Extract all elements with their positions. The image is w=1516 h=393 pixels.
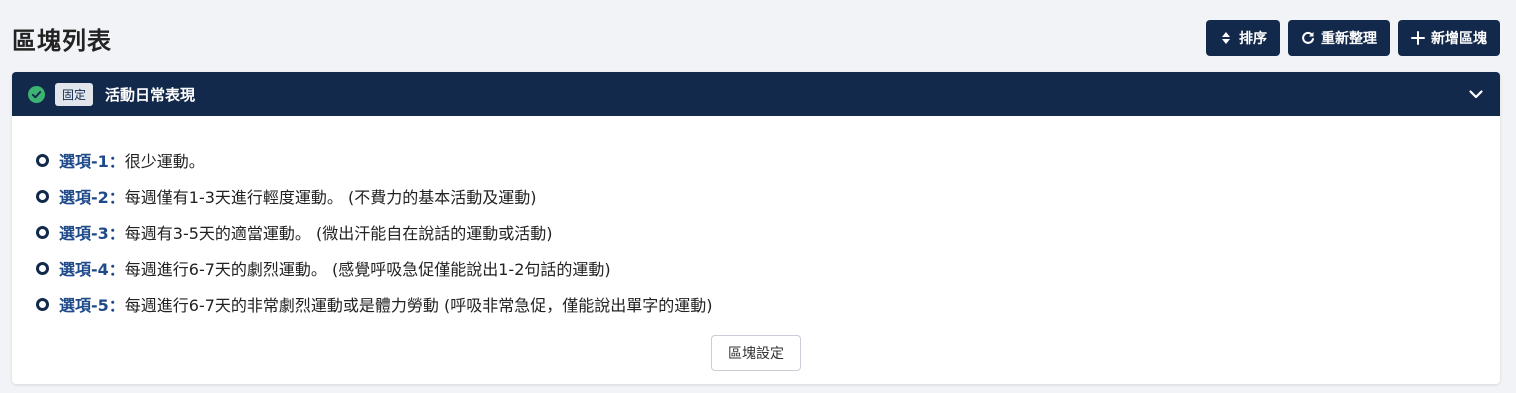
option-text: 每週進行6-7天的劇烈運動。 (感覺呼吸急促僅能說出1-2句話的運動) bbox=[124, 260, 611, 279]
option-list: 選項-1： 很少運動。 選項-2： 每週僅有1-3天進行輕度運動。 (不費力的基… bbox=[12, 116, 1500, 322]
check-circle-icon bbox=[28, 85, 45, 103]
option-text: 每週僅有1-3天進行輕度運動。 (不費力的基本活動及運動) bbox=[124, 188, 537, 207]
option-label: 選項-4： bbox=[59, 260, 125, 279]
radio-bullet-icon bbox=[36, 297, 49, 311]
add-block-button[interactable]: 新增區塊 bbox=[1398, 20, 1500, 56]
block-settings-button[interactable]: 區塊設定 bbox=[711, 335, 801, 371]
fixed-badge: 固定 bbox=[55, 82, 94, 106]
block-card: 固定 活動日常表現 選項-1： 很少運動。 選項-2： 每週僅有1-3天進行輕度… bbox=[12, 72, 1500, 384]
sort-button[interactable]: 排序 bbox=[1206, 20, 1280, 56]
sort-icon bbox=[1222, 32, 1230, 44]
chevron-down-icon[interactable] bbox=[1468, 86, 1484, 102]
add-block-label: 新增區塊 bbox=[1431, 31, 1487, 47]
option-label: 選項-2： bbox=[59, 188, 125, 207]
block-card-header[interactable]: 固定 活動日常表現 bbox=[12, 72, 1500, 116]
option-label: 選項-5： bbox=[59, 296, 125, 315]
list-item: 選項-3： 每週有3-5天的適當運動。 (微出汗能自在說話的運動或活動) bbox=[36, 214, 1500, 250]
list-item: 選項-5： 每週進行6-7天的非常劇烈運動或是體力勞動 (呼吸非常急促，僅能說出… bbox=[36, 286, 1500, 322]
refresh-label: 重新整理 bbox=[1321, 31, 1377, 47]
radio-bullet-icon bbox=[36, 189, 49, 203]
list-item: 選項-2： 每週僅有1-3天進行輕度運動。 (不費力的基本活動及運動) bbox=[36, 178, 1500, 214]
refresh-icon bbox=[1302, 31, 1314, 44]
option-text: 每週進行6-7天的非常劇烈運動或是體力勞動 (呼吸非常急促，僅能說出單字的運動) bbox=[124, 296, 713, 315]
page-title: 區塊列表 bbox=[12, 26, 112, 55]
header: 區塊列表 排序 重新整理 新增區塊 bbox=[12, 20, 1500, 56]
list-item: 選項-4： 每週進行6-7天的劇烈運動。 (感覺呼吸急促僅能說出1-2句話的運動… bbox=[36, 250, 1500, 286]
option-label: 選項-1： bbox=[59, 152, 125, 171]
radio-bullet-icon bbox=[36, 261, 49, 275]
radio-bullet-icon bbox=[36, 225, 49, 239]
list-item: 選項-1： 很少運動。 bbox=[36, 142, 1500, 178]
radio-bullet-icon bbox=[36, 153, 49, 167]
plus-icon bbox=[1411, 31, 1425, 45]
option-text: 每週有3-5天的適當運動。 (微出汗能自在說話的運動或活動) bbox=[124, 224, 553, 243]
toolbar: 排序 重新整理 新增區塊 bbox=[1206, 20, 1500, 56]
settings-row: 區塊設定 bbox=[12, 335, 1500, 371]
option-text: 很少運動。 bbox=[124, 152, 205, 171]
page: 區塊列表 排序 重新整理 新增區塊 固定 活動日常表現 選項-1： 很少運動。 … bbox=[0, 0, 1516, 393]
sort-label: 排序 bbox=[1239, 31, 1267, 47]
refresh-button[interactable]: 重新整理 bbox=[1288, 20, 1390, 56]
option-label: 選項-3： bbox=[59, 224, 125, 243]
block-title: 活動日常表現 bbox=[105, 85, 196, 104]
